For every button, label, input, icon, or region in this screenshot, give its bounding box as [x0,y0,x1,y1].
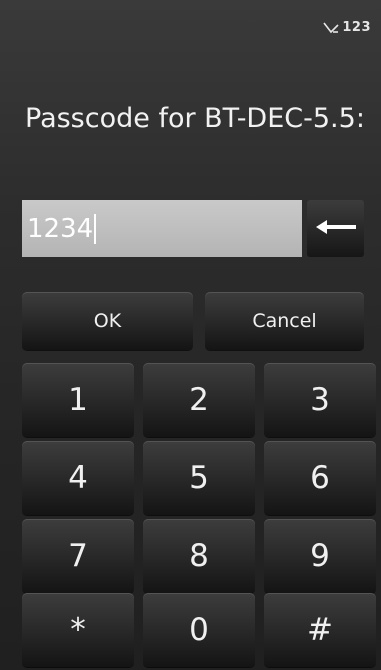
passcode-input[interactable]: 1234 [22,200,302,257]
key-3[interactable]: 3 [264,363,376,437]
passcode-screen: 123 Passcode for BT-DEC-5.5: 1234 OK Can… [0,0,381,670]
key-star[interactable]: * [22,593,134,667]
key-0[interactable]: 0 [143,593,255,667]
key-7[interactable]: 7 [22,519,134,593]
status-bar: 123 [0,0,381,60]
key-1[interactable]: 1 [22,363,134,437]
backspace-button[interactable] [307,200,364,257]
passcode-value: 1234 [27,213,94,244]
dialog-title: Passcode for BT-DEC-5.5: [25,103,365,134]
key-2[interactable]: 2 [143,363,255,437]
cancel-button[interactable]: Cancel [205,292,364,350]
key-6[interactable]: 6 [264,441,376,515]
ok-button[interactable]: OK [22,292,193,350]
key-8[interactable]: 8 [143,519,255,593]
passcode-input-row: 1234 [22,200,364,257]
key-5[interactable]: 5 [143,441,255,515]
key-9[interactable]: 9 [264,519,376,593]
text-caret [94,213,97,244]
input-mode-label: 123 [342,20,371,35]
key-hash[interactable]: # [264,593,376,667]
input-mode-icon [323,22,339,34]
input-mode-indicator: 123 [323,20,371,35]
backspace-arrow-icon [315,219,357,239]
key-4[interactable]: 4 [22,441,134,515]
